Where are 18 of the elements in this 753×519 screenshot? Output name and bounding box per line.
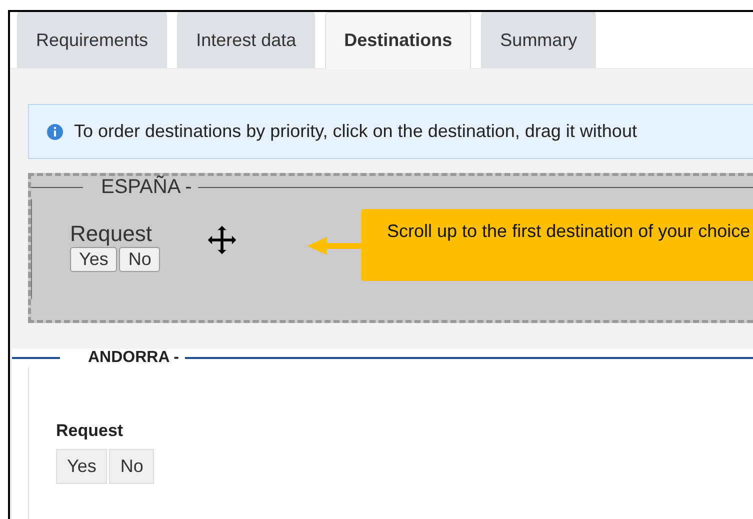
option-button[interactable]: Yes — [56, 449, 108, 484]
option-button[interactable]: No — [109, 449, 154, 484]
tab[interactable]: Requirements — [17, 12, 168, 68]
destination-title: ANDORRA - — [88, 349, 179, 367]
option-button[interactable]: No — [119, 247, 160, 272]
destination-panel[interactable]: ANDORRA - Request Yes No — [12, 349, 753, 519]
tab[interactable]: Destinations — [325, 12, 472, 69]
option-button[interactable]: Yes — [70, 247, 118, 272]
destination-title: ESPAÑA - — [101, 176, 192, 199]
question-label: Request — [56, 421, 124, 441]
callout: Scroll up to the first destination of your choice — [361, 209, 753, 281]
tab[interactable]: Summary — [481, 12, 596, 68]
info-icon — [46, 122, 64, 140]
tab[interactable]: Interest data — [177, 12, 316, 68]
question-label: Request — [70, 221, 152, 247]
arrow-icon — [307, 235, 363, 257]
destination-panel[interactable]: ESPAÑA - Request Yes No Scroll up to the first destination of your choice — [28, 173, 753, 323]
info-text: To order destinations by priority, click on the destination, drag it without — [74, 121, 637, 142]
